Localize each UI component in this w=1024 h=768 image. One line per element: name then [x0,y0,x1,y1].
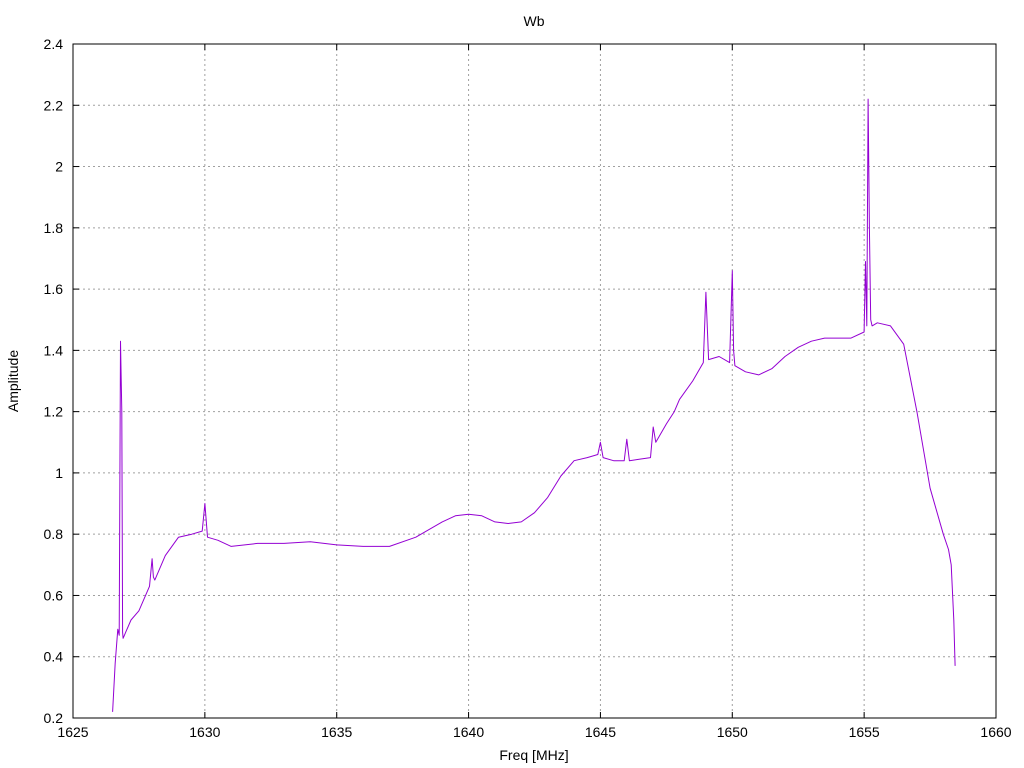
y-tick-label: 0.8 [44,526,64,542]
y-axis-label: Amplitude [5,350,21,412]
grid-lines [73,44,996,718]
chart: 1625 1630 1635 1640 1645 1650 1655 1660 0.2 0.4 0.… [5,13,1012,763]
x-tick-label: 1650 [717,724,748,740]
y-tick-label: 1.8 [44,220,64,236]
chart-title: Wb [524,13,545,29]
y-tick-label: 0.2 [44,710,64,726]
y-tick-label: 1.2 [44,404,64,420]
x-tick-label: 1625 [57,724,88,740]
y-tick-label: 2.2 [44,97,64,113]
series-group [112,98,956,712]
y-tick-label: 1 [55,465,63,481]
series-line [112,98,956,712]
y-tick-label: 0.4 [44,649,64,665]
x-tick-label: 1660 [980,724,1011,740]
x-tick-label: 1630 [189,724,220,740]
x-tick-label: 1655 [849,724,880,740]
y-tick-label: 2 [55,159,63,175]
x-axis-label: Freq [MHz] [499,747,568,763]
y-tick-label: 0.6 [44,587,64,603]
x-tick-label: 1635 [321,724,352,740]
x-tick-label: 1645 [585,724,616,740]
y-tick-label: 2.4 [44,36,64,52]
axis-ticks: 1625 1630 1635 1640 1645 1650 1655 1660 0.2 0.4 0.… [44,36,1012,740]
y-tick-label: 1.4 [44,342,64,358]
x-tick-label: 1640 [453,724,484,740]
y-tick-label: 1.6 [44,281,64,297]
plot-frame [72,43,997,719]
